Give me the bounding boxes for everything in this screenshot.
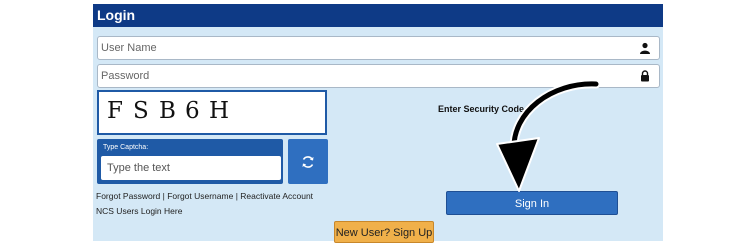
security-code-label: Enter Security Code	[438, 104, 525, 114]
forgot-password-link[interactable]: Forgot Password	[96, 191, 160, 201]
captcha-char: B	[159, 98, 176, 124]
refresh-icon	[302, 156, 314, 168]
account-links: Forgot Password | Forgot Username | Reac…	[96, 191, 313, 201]
captcha-char: 6	[185, 98, 200, 124]
captcha-label: Type Captcha:	[103, 144, 149, 151]
captcha-entry: Type Captcha:	[97, 139, 283, 184]
sign-up-button[interactable]: New User? Sign Up	[334, 221, 434, 243]
captcha-input[interactable]	[101, 156, 281, 180]
user-icon	[640, 42, 650, 54]
username-input[interactable]	[98, 37, 621, 59]
login-header: Login	[93, 4, 663, 27]
captcha-char: F	[107, 98, 123, 124]
password-field[interactable]	[97, 64, 660, 88]
captcha-char: H	[209, 98, 230, 124]
captcha-refresh-button[interactable]	[288, 139, 328, 184]
ncs-login-link[interactable]: NCS Users Login Here	[96, 206, 182, 216]
username-field[interactable]	[97, 36, 660, 60]
lock-icon	[641, 70, 649, 82]
reactivate-account-link[interactable]: Reactivate Account	[240, 191, 313, 201]
captcha-image: F S B 6 H	[97, 90, 327, 135]
password-input[interactable]	[98, 65, 621, 87]
login-panel: Login F S B 6 H Type Captcha: Enter S	[93, 4, 663, 243]
sign-in-button[interactable]: Sign In	[446, 191, 618, 215]
captcha-char: S	[133, 98, 149, 124]
forgot-username-link[interactable]: Forgot Username	[167, 191, 233, 201]
